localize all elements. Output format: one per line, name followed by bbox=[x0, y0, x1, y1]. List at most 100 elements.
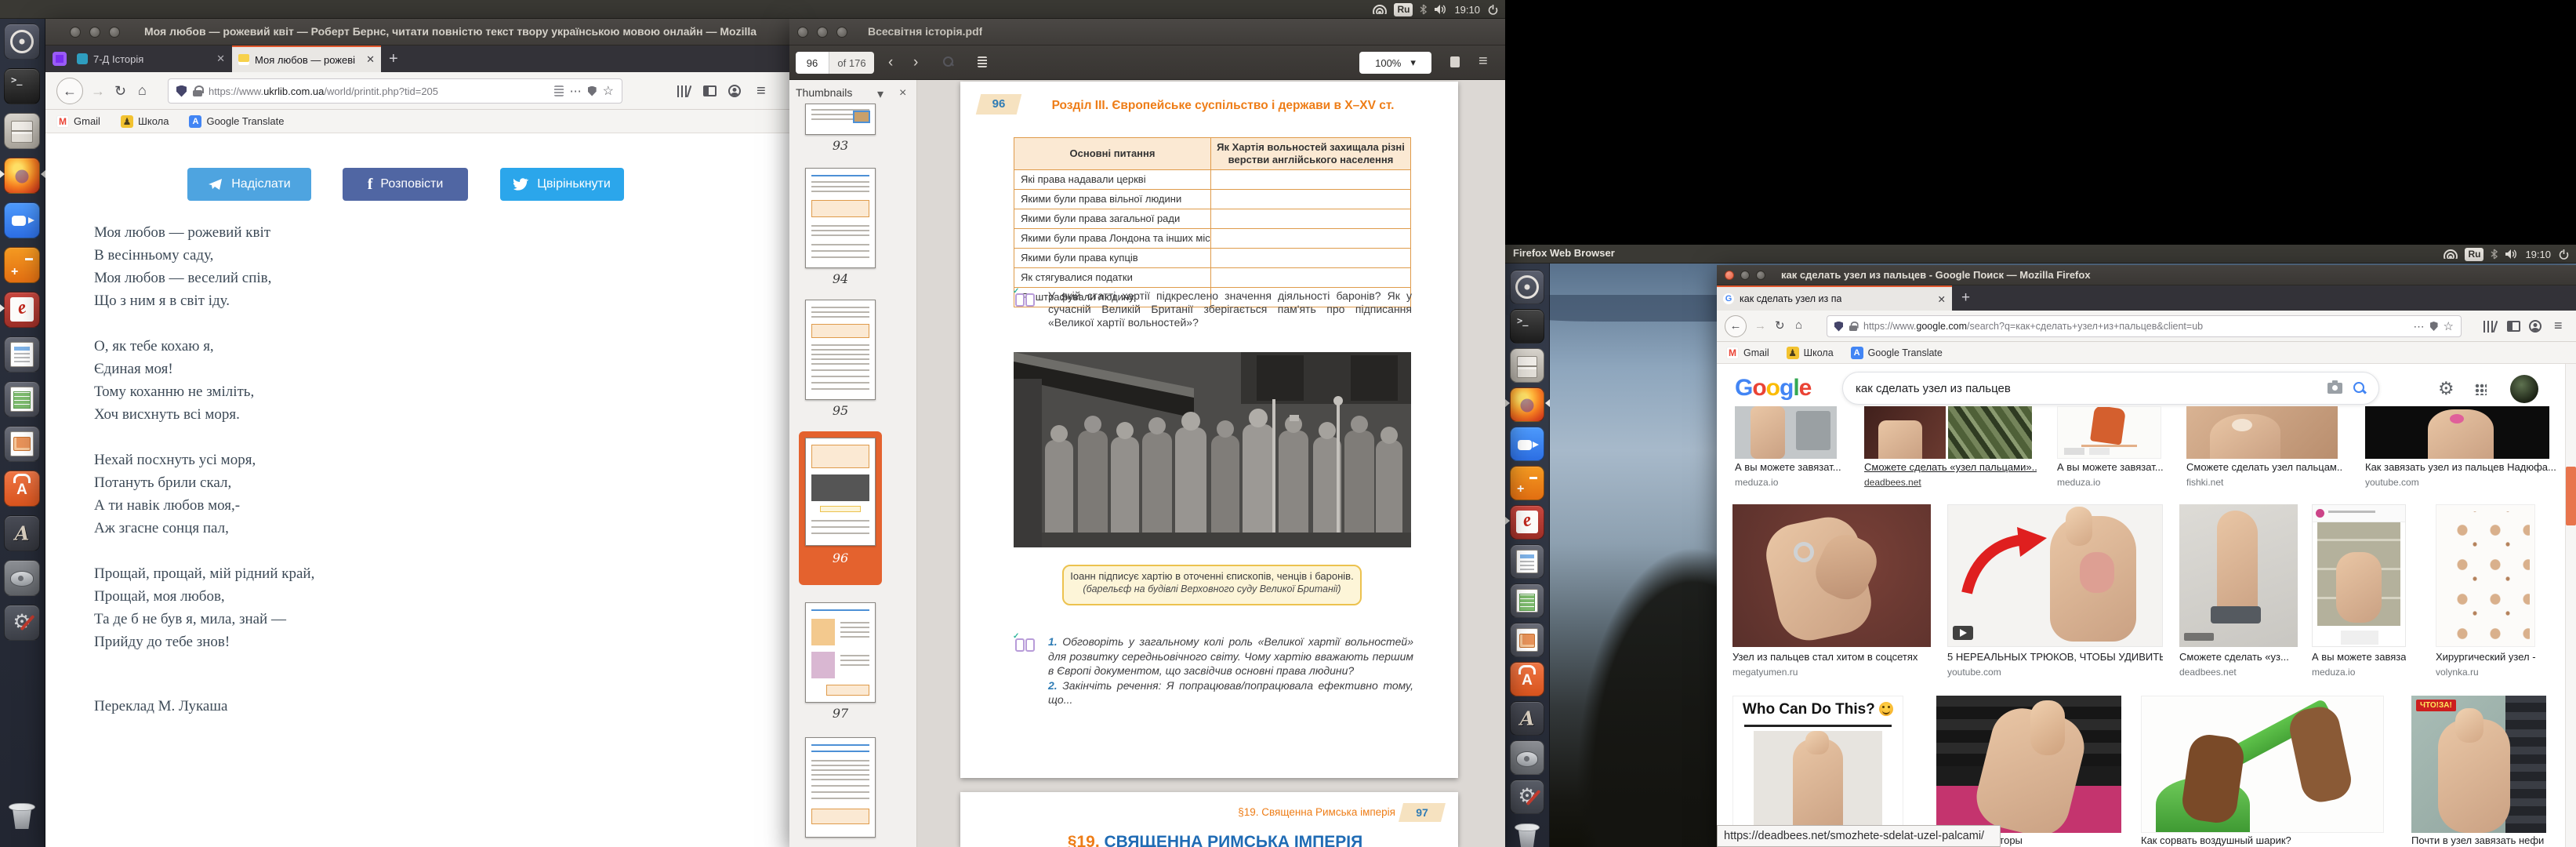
wifi-icon[interactable] bbox=[1373, 5, 1387, 14]
twitter-share-button[interactable]: Цвірінькнути bbox=[500, 168, 624, 201]
reader-mode-icon[interactable] bbox=[554, 85, 564, 96]
bluetooth-icon[interactable] bbox=[2491, 249, 2498, 260]
url-bar[interactable]: https://www.ukrlib.com.ua/world/printit.… bbox=[168, 78, 622, 104]
files-icon[interactable] bbox=[4, 113, 40, 149]
trash-icon[interactable] bbox=[4, 797, 40, 833]
libreoffice-impress-icon[interactable] bbox=[1510, 623, 1544, 657]
bookmark-star-icon[interactable]: ☆ bbox=[603, 83, 614, 99]
maximize-button[interactable] bbox=[1756, 271, 1765, 280]
system-settings-icon[interactable] bbox=[4, 605, 40, 641]
firefox-icon[interactable] bbox=[1510, 387, 1544, 422]
bookmark-translate[interactable]: Google Translate bbox=[1851, 347, 1943, 359]
forward-button[interactable]: → bbox=[91, 84, 105, 98]
search-box[interactable]: как сделать узел из пальцев bbox=[1842, 372, 2379, 405]
result-caption[interactable]: А вы можете завязат... bbox=[2057, 461, 2167, 473]
result-image[interactable] bbox=[2186, 406, 2338, 459]
result-caption[interactable]: А вы можете завязат... bbox=[2312, 651, 2406, 663]
libreoffice-writer-icon[interactable] bbox=[1510, 544, 1544, 579]
pinned-tab-icon[interactable] bbox=[53, 52, 67, 66]
clock[interactable]: 19:10 bbox=[2525, 249, 2551, 260]
search-icon[interactable] bbox=[943, 56, 953, 67]
document-viewer-icon[interactable] bbox=[1510, 505, 1544, 540]
terminal-icon[interactable] bbox=[1510, 309, 1544, 344]
result-caption[interactable]: Сможете сделать узел пальцам... bbox=[2186, 461, 2343, 473]
result-caption[interactable]: Как завязать узел из пальцев Надюфа... bbox=[2365, 461, 2557, 473]
thumbnail-page-93[interactable] bbox=[805, 104, 876, 135]
titlebar[interactable]: Моя любов — рожевий квіт — Роберт Бернс,… bbox=[45, 19, 789, 45]
new-tab-button[interactable]: + bbox=[1961, 289, 1970, 307]
bookmark-star-icon[interactable]: ☆ bbox=[2444, 319, 2454, 333]
titlebar[interactable]: как сделать узел из пальцев - Google Пои… bbox=[1717, 265, 2576, 285]
session-gear-icon[interactable] bbox=[1487, 4, 1499, 16]
result-caption[interactable]: Сможете сделать «уз... bbox=[2179, 651, 2298, 663]
settings-gear-icon[interactable]: ⚙ bbox=[2438, 378, 2454, 399]
right-system-tray[interactable]: Ru 19:10 bbox=[2444, 245, 2570, 264]
forward-button[interactable]: → bbox=[1754, 320, 1766, 332]
sidebar-icon[interactable] bbox=[703, 85, 717, 96]
tab-history[interactable]: 7-Д Історія ✕ bbox=[71, 45, 231, 72]
result-caption[interactable]: Хирургический узел - ... bbox=[2436, 651, 2535, 663]
google-logo[interactable]: Google bbox=[1735, 375, 1811, 402]
trash-icon[interactable] bbox=[1510, 817, 1544, 847]
tab-close-icon[interactable]: ✕ bbox=[210, 53, 225, 65]
url-text[interactable]: https://www.google.com/search?q=как+сдел… bbox=[1863, 321, 2408, 332]
result-image[interactable] bbox=[1732, 504, 1931, 647]
scrollbar-thumb[interactable] bbox=[2566, 467, 2576, 525]
annotations-icon[interactable] bbox=[1450, 56, 1460, 67]
permissions-icon[interactable] bbox=[2430, 322, 2438, 331]
reload-button[interactable]: ↻ bbox=[114, 84, 126, 98]
page-number-entry[interactable]: 96 bbox=[796, 52, 829, 74]
keyboard-layout-indicator[interactable]: Ru bbox=[2465, 248, 2483, 261]
result-image[interactable] bbox=[1735, 406, 1837, 459]
document-viewer-icon[interactable] bbox=[4, 292, 40, 328]
tab-poem-active[interactable]: Моя любов — рожеві ✕ bbox=[232, 45, 381, 72]
sidebar-close-icon[interactable]: × bbox=[899, 86, 906, 100]
result-image[interactable] bbox=[2057, 406, 2161, 459]
tab-google-search[interactable]: G как сделать узел из па ✕ bbox=[1717, 285, 1952, 311]
result-image[interactable]: ЧТО!ЗА! bbox=[2411, 696, 2546, 833]
system-settings-icon[interactable] bbox=[1510, 780, 1544, 814]
titlebar[interactable]: Всесвітня історія.pdf bbox=[789, 19, 1505, 45]
volume-icon[interactable] bbox=[2505, 249, 2518, 260]
permissions-icon[interactable] bbox=[588, 86, 597, 96]
thumbnail-page-95[interactable] bbox=[805, 300, 876, 400]
minimize-button[interactable] bbox=[1740, 271, 1750, 280]
thumbnail-page-98[interactable] bbox=[805, 737, 876, 838]
zoom-dropdown[interactable]: 100%▾ bbox=[1359, 52, 1431, 74]
result-caption[interactable]: 5 НЕРЕАЛЬНЫХ ТРЮКОВ, ЧТОБЫ УДИВИТЬ ... bbox=[1947, 651, 2163, 663]
library-icon[interactable] bbox=[2483, 321, 2494, 333]
software-center-icon[interactable] bbox=[4, 471, 40, 507]
disks-icon[interactable] bbox=[1510, 740, 1544, 775]
search-query[interactable]: как сделать узел из пальцев bbox=[1856, 382, 2317, 395]
close-button[interactable] bbox=[797, 27, 808, 38]
sidebar-toggle-icon[interactable] bbox=[978, 56, 987, 67]
url-text[interactable]: https://www.ukrlib.com.ua/world/printit.… bbox=[209, 85, 548, 97]
result-image[interactable] bbox=[2141, 696, 2384, 833]
facebook-share-button[interactable]: f Розповісти bbox=[343, 168, 468, 201]
clock[interactable]: 19:10 bbox=[1454, 4, 1480, 16]
camera-search-icon[interactable] bbox=[2327, 383, 2342, 394]
bluetooth-icon[interactable] bbox=[1420, 4, 1427, 15]
zoom-app-icon[interactable] bbox=[1510, 427, 1544, 461]
new-tab-button[interactable]: + bbox=[389, 50, 398, 68]
next-page-icon[interactable]: › bbox=[913, 55, 918, 70]
result-image[interactable] bbox=[2365, 406, 2549, 459]
ubuntu-dash-icon[interactable] bbox=[1510, 270, 1544, 304]
minimize-button[interactable] bbox=[817, 27, 828, 38]
thumbnail-page-97[interactable] bbox=[805, 602, 876, 703]
google-apps-grid-icon[interactable] bbox=[2474, 383, 2487, 395]
sidebar-dropdown-icon[interactable]: ▾ bbox=[877, 86, 883, 102]
disks-icon[interactable] bbox=[4, 560, 40, 596]
result-image[interactable] bbox=[1947, 504, 2163, 647]
reload-button[interactable]: ↻ bbox=[1775, 320, 1785, 332]
files-icon[interactable] bbox=[1510, 348, 1544, 383]
firefox-icon[interactable] bbox=[4, 158, 40, 194]
maximize-button[interactable] bbox=[836, 27, 847, 38]
tab-close-icon[interactable]: ✕ bbox=[360, 53, 375, 66]
page-actions-icon[interactable]: ⋯ bbox=[570, 84, 582, 98]
libreoffice-writer-icon[interactable] bbox=[4, 336, 40, 373]
a-app-icon[interactable] bbox=[4, 515, 40, 551]
url-bar[interactable]: https://www.google.com/search?q=как+сдел… bbox=[1827, 315, 2462, 337]
result-image[interactable] bbox=[2436, 504, 2535, 647]
account-icon[interactable] bbox=[728, 85, 741, 97]
